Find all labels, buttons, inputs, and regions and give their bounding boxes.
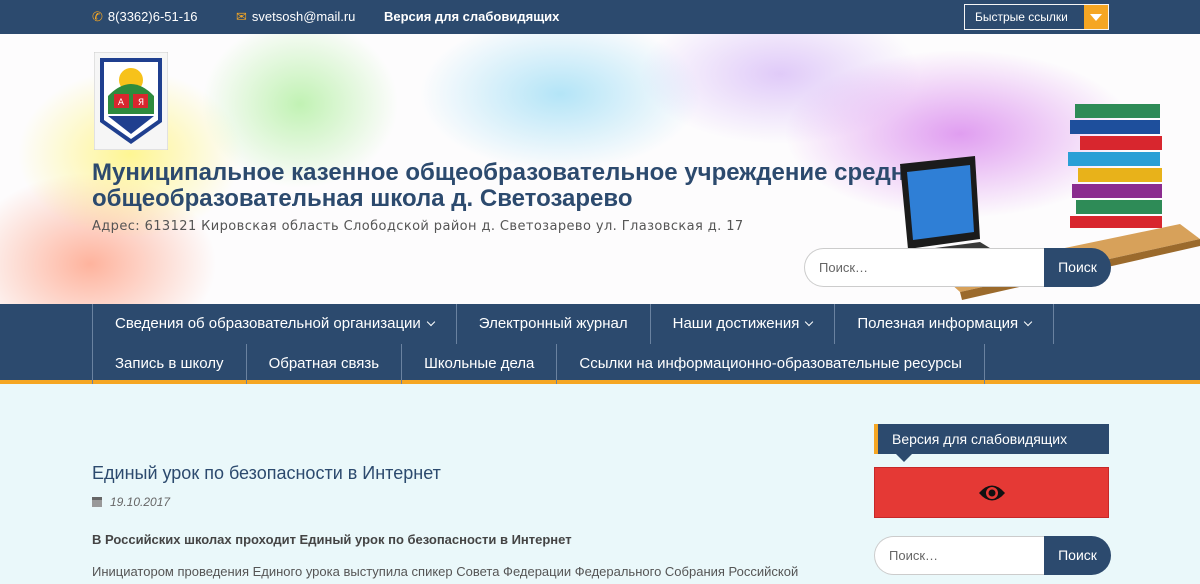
chevron-down-icon xyxy=(426,317,436,327)
phone-icon: ✆ xyxy=(92,9,103,24)
envelope-icon: ✉ xyxy=(236,9,247,24)
email-contact[interactable]: ✉ svetsosh@mail.ru xyxy=(236,9,355,25)
top-bar: ✆ 8(3362)6-51-16 ✉ svetsosh@mail.ru Версия… xyxy=(0,0,1200,34)
sidebar-search: Поиск xyxy=(874,536,1181,575)
nav-item-label: Ссылки на информационно-образовательные … xyxy=(579,355,962,372)
header-search: Поиск xyxy=(804,248,1111,287)
nav-item-label: Запись в школу xyxy=(115,355,224,372)
nav-item-label: Наши достижения xyxy=(672,315,800,332)
header-search-button[interactable]: Поиск xyxy=(1044,248,1111,287)
nav-item-label: Полезная информация xyxy=(857,315,1019,332)
sidebar-search-button[interactable]: Поиск xyxy=(1044,536,1111,575)
post-text: Инициатором проведения Единого урока выс… xyxy=(92,564,799,579)
post-lead: В Российских школах проходит Единый урок… xyxy=(92,532,572,547)
quick-links-dropdown[interactable]: Быстрые ссылки xyxy=(964,4,1109,30)
header-search-input[interactable] xyxy=(804,248,1048,287)
nav-item-label: Электронный журнал xyxy=(478,315,628,332)
nav-row-1: Сведения об образовательной организации … xyxy=(92,304,1055,344)
school-logo[interactable]: А Я xyxy=(94,52,168,150)
vision-mode-button[interactable] xyxy=(874,467,1109,518)
svg-text:Я: Я xyxy=(138,98,144,108)
nav-item-label: Школьные дела xyxy=(424,355,535,372)
calendar-icon xyxy=(92,497,102,507)
site-header: А Я Муниципальное казенное общеобразоват… xyxy=(0,34,1200,304)
post-date: 19.10.2017 xyxy=(92,495,170,509)
eye-icon xyxy=(979,485,1005,501)
chevron-down-icon xyxy=(1084,5,1108,29)
phone-contact[interactable]: ✆ 8(3362)6-51-16 xyxy=(92,9,198,25)
email-address: svetsosh@mail.ru xyxy=(251,9,356,24)
site-address: Адрес: 613121 Кировская область Слободск… xyxy=(92,219,744,234)
nav-item-enrollment[interactable]: Запись в школу xyxy=(93,344,247,384)
main-navigation: Сведения об образовательной организации … xyxy=(0,304,1200,384)
nav-item-electronic-journal[interactable]: Электронный журнал xyxy=(457,304,651,344)
nav-item-resource-links[interactable]: Ссылки на информационно-образовательные … xyxy=(557,344,985,384)
nav-item-label: Сведения об образовательной организации xyxy=(115,315,421,332)
vision-version-link[interactable]: Версия для слабовидящих xyxy=(384,9,559,25)
chevron-down-icon xyxy=(1023,317,1033,327)
vision-widget-title: Версия для слабовидящих xyxy=(874,424,1109,462)
nav-item-organization-info[interactable]: Сведения об образовательной организации xyxy=(93,304,457,344)
nav-item-label: Обратная связь xyxy=(268,355,380,372)
nav-item-school-affairs[interactable]: Школьные дела xyxy=(402,344,558,384)
site-title[interactable]: Муниципальное казенное общеобразовательн… xyxy=(92,160,992,212)
post-date-value: 19.10.2017 xyxy=(110,495,171,509)
quick-links-label: Быстрые ссылки xyxy=(975,10,1068,24)
nav-item-feedback[interactable]: Обратная связь xyxy=(247,344,403,384)
phone-number: 8(3362)6-51-16 xyxy=(107,9,198,24)
nav-item-achievements[interactable]: Наши достижения xyxy=(651,304,836,344)
chevron-down-icon xyxy=(805,317,814,327)
svg-text:А: А xyxy=(118,98,125,108)
nav-row-2: Запись в школу Обратная связь Школьные д… xyxy=(92,344,985,384)
sidebar-search-input[interactable] xyxy=(874,536,1048,575)
post-title[interactable]: Единый урок по безопасности в Интернет xyxy=(92,463,441,484)
nav-item-useful-info[interactable]: Полезная информация xyxy=(835,304,1055,344)
